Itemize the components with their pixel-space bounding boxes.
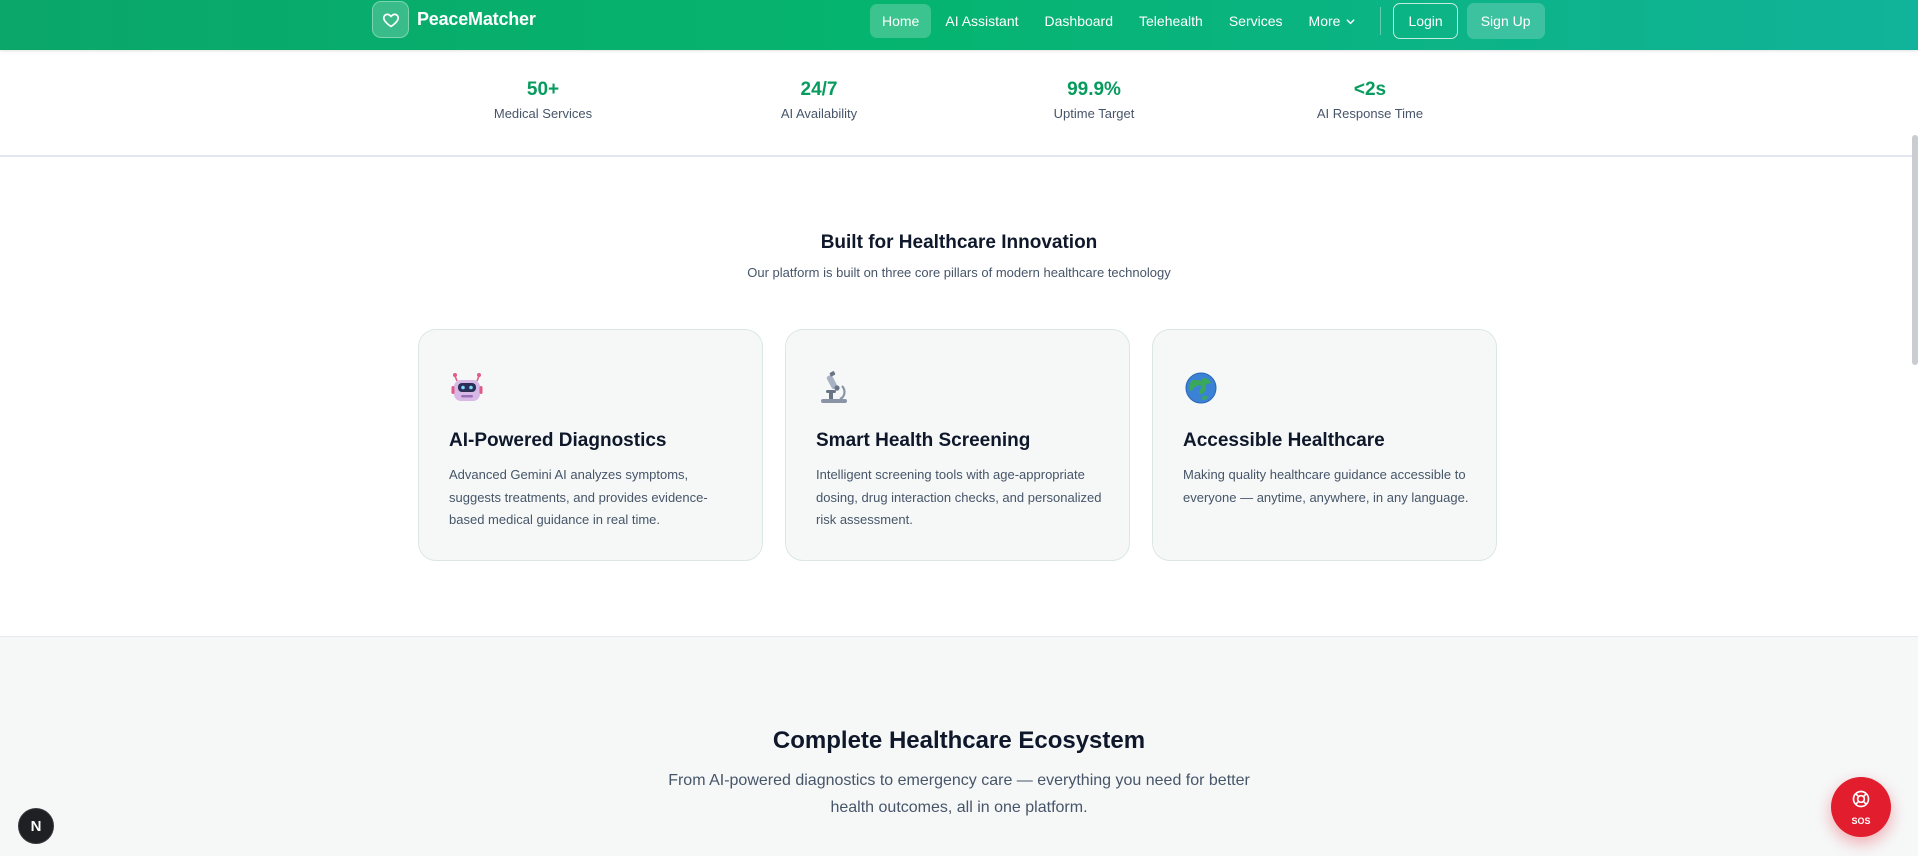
card-title: Smart Health Screening bbox=[816, 430, 1031, 451]
stat-value: 24/7 bbox=[800, 79, 838, 100]
stat-label: AI Response Time bbox=[1316, 106, 1424, 121]
stat-ai-response-time: <2s AI Response Time bbox=[1270, 78, 1470, 121]
card-description: Making quality healthcare guidance acces… bbox=[1183, 467, 1469, 505]
card-title: AI-Powered Diagnostics bbox=[449, 430, 667, 451]
stat-medical-services: 50+ Medical Services bbox=[443, 78, 643, 121]
nav-dashboard[interactable]: Dashboard bbox=[1033, 4, 1126, 38]
nav-more-dropdown[interactable]: More bbox=[1297, 4, 1369, 38]
main-nav: Home AI Assistant Dashboard Telehealth S… bbox=[870, 3, 1545, 39]
pillars-subtitle: Our platform is built on three core pill… bbox=[747, 265, 1171, 280]
heart-icon bbox=[372, 1, 409, 38]
nav-ai-assistant[interactable]: AI Assistant bbox=[933, 4, 1030, 38]
globe-icon bbox=[1183, 370, 1219, 406]
card-title: Accessible Healthcare bbox=[1183, 430, 1385, 451]
ecosystem-subtitle: From AI-powered diagnostics to emergency… bbox=[668, 772, 1250, 816]
stat-value: <2s bbox=[1353, 79, 1387, 100]
brand-name: PeaceMatcher bbox=[417, 9, 536, 29]
card-description: Intelligent screening tools with age-app… bbox=[816, 467, 1102, 527]
dev-tools-badge[interactable]: N bbox=[18, 808, 54, 844]
pillars-title: Built for Healthcare Innovation bbox=[820, 232, 1098, 253]
lifebuoy-icon bbox=[1851, 789, 1871, 814]
ecosystem-title: Complete Healthcare Ecosystem bbox=[772, 727, 1146, 754]
sos-button[interactable]: SOS bbox=[1831, 777, 1891, 837]
stat-uptime-target: 99.9% Uptime Target bbox=[994, 78, 1194, 121]
stat-label: Uptime Target bbox=[1053, 106, 1135, 121]
nav-telehealth[interactable]: Telehealth bbox=[1127, 4, 1215, 38]
page: PeaceMatcher Home AI Assistant Dashboard… bbox=[0, 0, 1918, 856]
stat-ai-availability: 24/7 AI Availability bbox=[719, 78, 919, 121]
page-scrollbar[interactable] bbox=[1912, 135, 1918, 365]
signup-button[interactable]: Sign Up bbox=[1466, 3, 1545, 39]
pillar-card-health-screening: Smart Health Screening Intelligent scree… bbox=[785, 329, 1130, 561]
stat-value: 50+ bbox=[526, 79, 560, 100]
top-navbar: PeaceMatcher Home AI Assistant Dashboard… bbox=[0, 0, 1918, 50]
sos-label: SOS bbox=[1851, 815, 1871, 826]
login-button[interactable]: Login bbox=[1393, 3, 1458, 39]
nav-divider bbox=[1380, 7, 1382, 35]
nav-home[interactable]: Home bbox=[870, 4, 932, 38]
microscope-icon bbox=[816, 370, 852, 406]
nav-services[interactable]: Services bbox=[1217, 4, 1295, 38]
ecosystem-section: Complete Healthcare Ecosystem From AI-po… bbox=[0, 637, 1918, 856]
pillar-card-ai-diagnostics: AI-Powered Diagnostics Advanced Gemini A… bbox=[418, 329, 763, 561]
pillars-section: Built for Healthcare Innovation Our plat… bbox=[0, 157, 1918, 637]
stat-label: Medical Services bbox=[493, 106, 593, 121]
stats-strip: 50+ Medical Services 24/7 AI Availabilit… bbox=[0, 50, 1918, 157]
robot-icon bbox=[449, 370, 485, 406]
stat-label: AI Availability bbox=[780, 106, 858, 121]
pillar-card-accessible-healthcare: Accessible Healthcare Making quality hea… bbox=[1152, 329, 1497, 561]
stat-value: 99.9% bbox=[1067, 79, 1121, 100]
nav-more-label: More bbox=[1308, 13, 1341, 29]
brand-logo[interactable]: PeaceMatcher bbox=[372, 1, 536, 38]
card-description: Advanced Gemini AI analyzes symptoms, su… bbox=[449, 467, 708, 527]
chevron-down-icon bbox=[1345, 16, 1356, 27]
